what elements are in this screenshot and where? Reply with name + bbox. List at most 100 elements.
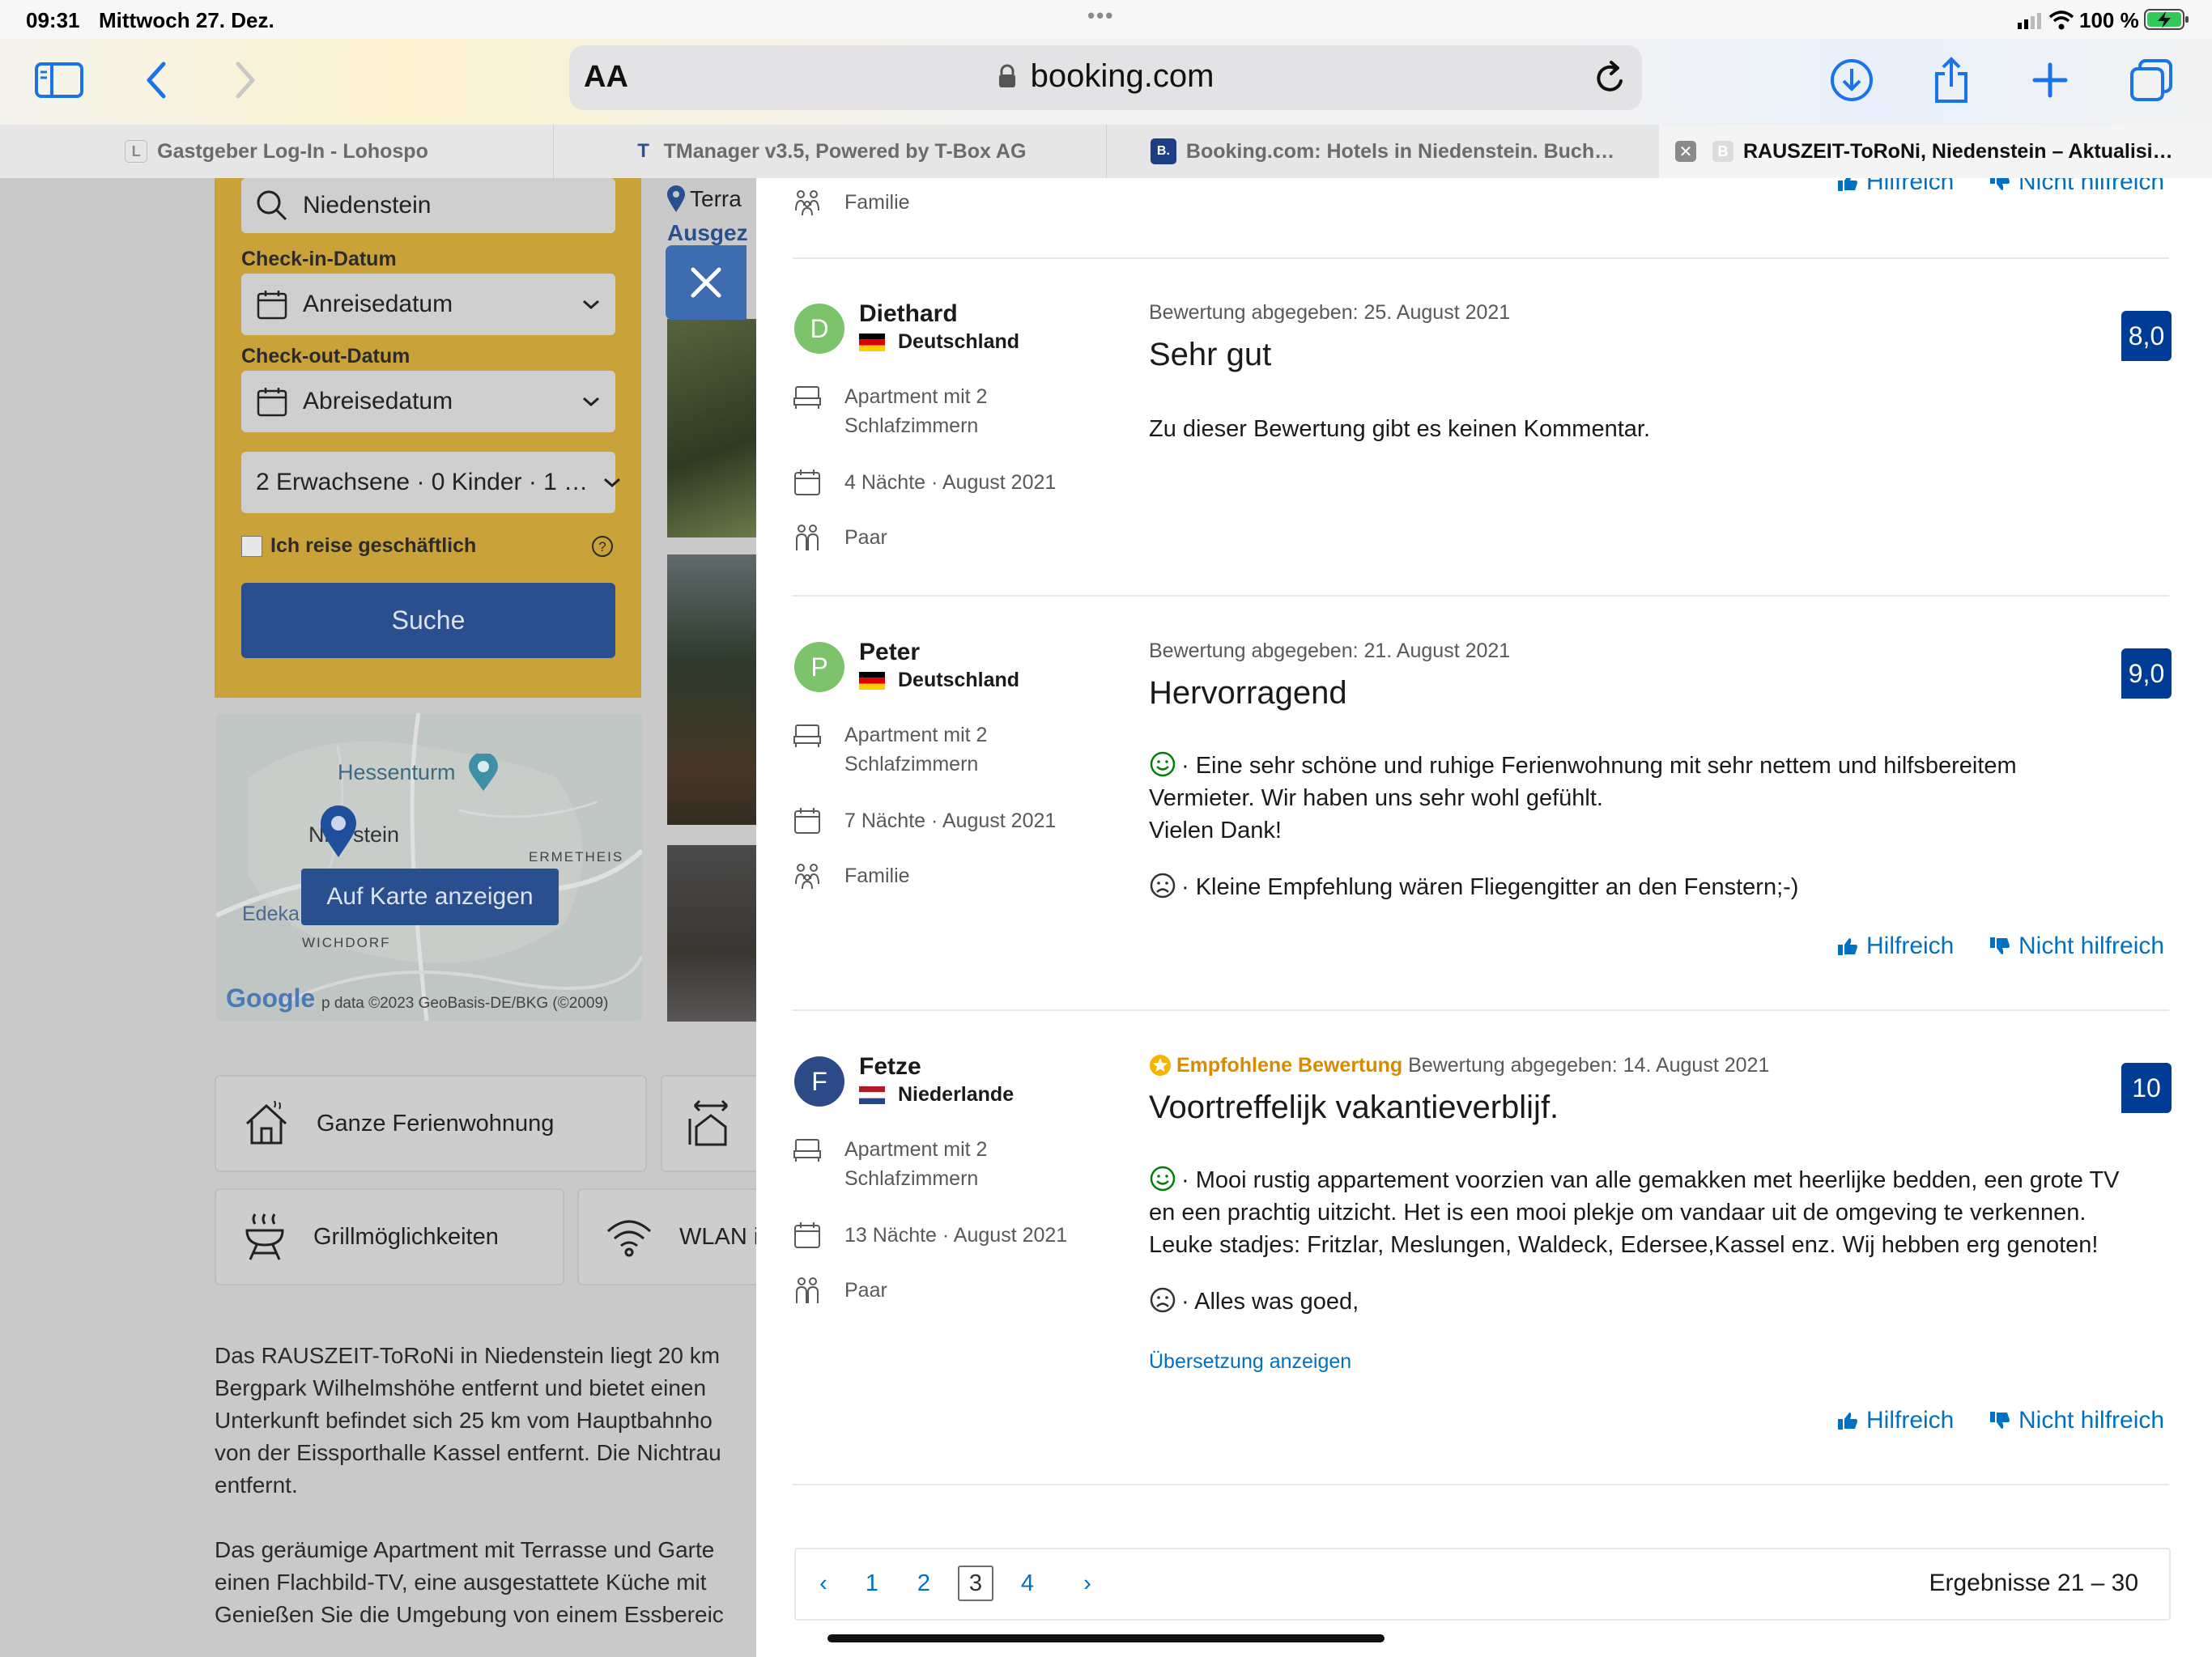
map-label-wichdorf: WICHDORF xyxy=(302,935,391,950)
map-preview[interactable]: Hessenturm Nie stein ERMETHEIS Edeka WIC… xyxy=(216,713,642,1021)
feature-label: WLAN i xyxy=(679,1223,757,1250)
helpful-button[interactable]: Hilfreich xyxy=(1837,1407,1954,1434)
business-trip-checkbox[interactable]: Ich reise geschäftlich xyxy=(241,534,476,558)
booking-favicon-icon: B. xyxy=(1150,138,1176,164)
tab-rauszeit[interactable]: ✕ B RAUSZEIT-ToRoNi, Niedenstein – Aktua… xyxy=(1659,125,2212,178)
share-icon[interactable] xyxy=(1923,52,1980,108)
reviews-panel: Familie Hilfreich Nicht hilfreich D Diet… xyxy=(756,178,2212,1657)
download-icon[interactable] xyxy=(1823,52,1880,108)
recommended-star-icon xyxy=(1149,1054,1172,1077)
country-text: Deutschland xyxy=(898,669,1020,691)
bed-icon xyxy=(793,720,822,750)
not-helpful-label: Nicht hilfreich xyxy=(2018,1407,2165,1434)
review-date: Bewertung abgegeben: 25. August 2021 xyxy=(1149,301,1511,324)
forward-icon[interactable] xyxy=(217,52,274,108)
photo-thumbnail[interactable] xyxy=(667,319,757,537)
close-reviews-button[interactable] xyxy=(666,245,747,320)
guests-select[interactable]: 2 Erwachsene · 0 Kinder · 1 … xyxy=(241,452,621,513)
signal-icon xyxy=(2016,11,2044,29)
description-text: Das RAUSZEIT-ToRoNi in Niedenstein liegt… xyxy=(215,1340,724,1631)
google-logo: Google xyxy=(226,984,316,1013)
page-2-button[interactable]: 2 xyxy=(906,1566,942,1601)
checkin-label: Check-in-Datum xyxy=(241,248,397,270)
feature-wifi: WLAN i xyxy=(577,1188,757,1285)
map-label-hessenturm: Hessenturm xyxy=(338,760,456,784)
multitask-dots[interactable]: ••• xyxy=(1087,3,1114,28)
poi-pin-icon xyxy=(467,754,500,792)
show-translation-link[interactable]: Übersetzung anzeigen xyxy=(1149,1350,1351,1374)
tab-booking-hotels[interactable]: B. Booking.com: Hotels in Niedenstein. B… xyxy=(1106,125,1660,178)
thumbs-down-icon xyxy=(1990,178,2010,190)
battery-charging-icon xyxy=(2144,8,2189,31)
germany-flag-icon xyxy=(859,333,885,351)
home-indicator[interactable] xyxy=(827,1634,1385,1642)
not-helpful-button[interactable]: Nicht hilfreich xyxy=(1989,178,2164,196)
helpful-label: Hilfreich xyxy=(1866,933,1955,959)
frown-icon xyxy=(1149,872,1176,899)
destination-value: Niedenstein xyxy=(303,192,432,219)
close-tab-icon[interactable]: ✕ xyxy=(1675,141,1696,162)
prev-page-button[interactable]: ‹ xyxy=(806,1566,841,1601)
netherlands-flag-icon xyxy=(859,1086,885,1104)
photo-thumbnail[interactable] xyxy=(667,845,757,1022)
review-text-line: Vermieter. Wir haben uns sehr wohl gefüh… xyxy=(1149,785,1603,811)
feature-entire-apartment: Ganze Ferienwohnung xyxy=(215,1075,647,1172)
plus-icon[interactable] xyxy=(2022,52,2078,108)
tab-label: RAUSZEIT-ToRoNi, Niedenstein – Aktualisi… xyxy=(1743,139,2173,163)
tab-tmanager[interactable]: T TManager v3.5, Powered by T-Box AG xyxy=(553,125,1107,178)
review-divider xyxy=(793,257,2169,259)
review-text: Zu dieser Bewertung gibt es keinen Komme… xyxy=(1149,416,1650,442)
business-trip-label: Ich reise geschäftlich xyxy=(270,534,477,557)
map-label-niedenstein-b: stein xyxy=(353,822,400,847)
checkbox-box[interactable] xyxy=(241,535,262,557)
review-text-line: · Mooi rustig appartement voorzien van a… xyxy=(1181,1167,2120,1193)
bed-icon xyxy=(793,382,822,411)
checkin-select[interactable]: Anreisedatum xyxy=(241,274,615,335)
page-4-button[interactable]: 4 xyxy=(1010,1566,1045,1601)
search-panel: Niedenstein Check-in-Datum Anreisedatum … xyxy=(215,178,641,698)
page-3-current[interactable]: 3 xyxy=(958,1566,993,1601)
location-link[interactable]: Terra xyxy=(666,185,742,214)
helpful-button[interactable]: Hilfreich xyxy=(1837,178,1954,196)
review-divider xyxy=(793,1009,2169,1011)
review-meta-room: Apartment mit 2 Schlafzimmern xyxy=(793,720,987,779)
search-button[interactable]: Suche xyxy=(241,583,615,658)
grill-icon xyxy=(242,1213,287,1261)
map-attribution: p data ©2023 GeoBasis-DE/BKG (©2009) xyxy=(321,995,609,1012)
wifi-icon xyxy=(2048,10,2074,31)
review-positive: · Mooi rustig appartement voorzien van a… xyxy=(1149,1164,2120,1261)
review-meta-room: Apartment mit 2 Schlafzimmern xyxy=(793,1135,987,1193)
tab-lohospo[interactable]: L Gastgeber Log-In - Lohospo xyxy=(0,125,554,178)
show-on-map-button[interactable]: Auf Karte anzeigen xyxy=(301,869,559,925)
lock-icon xyxy=(998,64,1017,88)
wifi-feature-icon xyxy=(605,1217,653,1257)
help-icon[interactable]: ? xyxy=(590,534,615,559)
description-line: von der Eissporthalle Kassel entfernt. D… xyxy=(215,1440,721,1465)
next-page-button[interactable]: › xyxy=(1070,1566,1105,1601)
reload-icon[interactable] xyxy=(1593,60,1627,96)
reviewer-country: Niederlande xyxy=(859,1083,1014,1107)
not-helpful-button[interactable]: Nicht hilfreich xyxy=(1989,1407,2164,1434)
thumbs-up-icon xyxy=(1838,938,1857,955)
sidebar-icon[interactable] xyxy=(31,52,87,108)
not-helpful-button[interactable]: Nicht hilfreich xyxy=(1989,933,2164,960)
description-line: Bergpark Wilhelmshöhe entfernt und biete… xyxy=(215,1375,707,1400)
photo-thumbnail[interactable] xyxy=(667,554,757,825)
tabs-icon[interactable] xyxy=(2123,52,2180,108)
url-domain[interactable]: booking.com xyxy=(569,58,1642,95)
address-bar[interactable]: AA booking.com xyxy=(569,45,1642,110)
area-size-icon xyxy=(687,1099,735,1148)
helpful-button[interactable]: Hilfreich xyxy=(1837,933,1954,960)
calendar-icon xyxy=(793,468,822,497)
review-meta-room: Apartment mit 2 Schlafzimmern xyxy=(793,382,987,440)
domain-text: booking.com xyxy=(1030,58,1214,94)
destination-input[interactable]: Niedenstein xyxy=(241,178,615,233)
close-icon xyxy=(691,267,721,298)
description-line: Unterkunft befindet sich 25 km vom Haupt… xyxy=(215,1408,713,1433)
checkout-select[interactable]: Abreisedatum xyxy=(241,371,615,432)
back-icon[interactable] xyxy=(128,52,185,108)
calendar-icon xyxy=(793,806,822,835)
map-label-ermetheis: ERMETHEIS xyxy=(529,849,624,865)
feature-label: Grillmöglichkeiten xyxy=(313,1223,499,1250)
page-1-button[interactable]: 1 xyxy=(854,1566,890,1601)
